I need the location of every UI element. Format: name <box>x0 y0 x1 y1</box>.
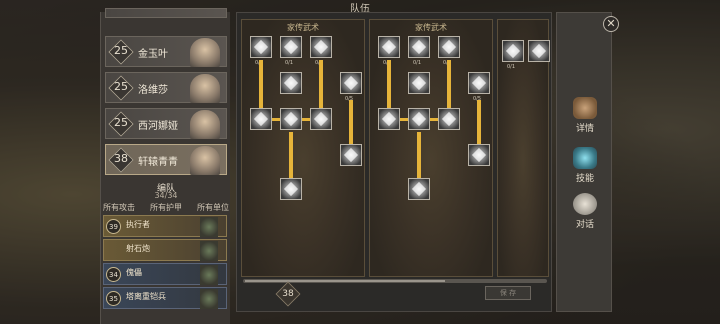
nav-details[interactable]: 详情 <box>559 97 611 141</box>
nav-label: 对话 <box>575 220 594 230</box>
skill-tree-title: 家传武术 <box>415 23 447 32</box>
skill-node[interactable] <box>250 36 272 58</box>
filter-unit[interactable]: 所有单位 <box>197 202 229 213</box>
skill-node[interactable] <box>280 36 302 58</box>
skill-connector <box>319 60 323 108</box>
skill-points: 38 <box>282 289 294 299</box>
hero-level: 25 <box>114 80 128 93</box>
fist-icon <box>573 97 597 119</box>
skill-node[interactable] <box>310 36 332 58</box>
skill-connector <box>400 118 408 121</box>
skill-node[interactable] <box>408 108 430 130</box>
skill-tree-title: 家传武术 <box>287 23 319 32</box>
unit-name: 执行者 <box>126 220 150 229</box>
unit-level: 35 <box>106 291 121 306</box>
unit-row-4[interactable]: 35 塔离重铠兵 <box>103 287 227 309</box>
hero-card-1[interactable]: 25 金玉叶 <box>105 36 227 67</box>
skill-tree-1: 家传武术 0/1 0/1 0/1 0/5 <box>241 19 365 277</box>
speech-bubble-icon <box>573 193 597 215</box>
nav-label: 技能 <box>575 174 594 184</box>
skill-count: 0/1 <box>285 60 294 66</box>
skill-node[interactable] <box>378 108 400 130</box>
skill-panel: 家传武术 0/1 0/1 0/1 0/5 家传武术 0/1 0/1 0/1 0/… <box>236 12 552 312</box>
hero-level: 25 <box>114 116 128 129</box>
skill-connector <box>430 118 438 121</box>
unit-name: 傀儡 <box>126 268 142 277</box>
formation-count: 34/34 <box>154 191 178 200</box>
skill-connector <box>349 100 353 144</box>
skill-node[interactable] <box>438 108 460 130</box>
unit-level: 39 <box>106 219 121 234</box>
nav-label: 详情 <box>575 124 594 134</box>
skill-connector <box>417 132 421 178</box>
skill-tree-2: 家传武术 0/1 0/1 0/1 0/5 <box>369 19 493 277</box>
unit-figure-icon <box>200 241 218 261</box>
unit-name: 射石炮 <box>126 244 150 253</box>
save-button[interactable]: 保 存 <box>485 286 531 300</box>
skill-count: 0/1 <box>413 60 422 66</box>
hero-card-3[interactable]: 25 西河娜娅 <box>105 108 227 139</box>
hero-card-2[interactable]: 25 洛维莎 <box>105 72 227 103</box>
skill-connector <box>272 118 280 121</box>
unit-level: 34 <box>106 267 121 282</box>
hero-name: 轩辕青青 <box>138 157 178 168</box>
skill-node[interactable] <box>468 72 490 94</box>
skill-node[interactable] <box>528 40 550 62</box>
skill-node[interactable] <box>340 144 362 166</box>
unit-row-3[interactable]: 34 傀儡 <box>103 263 227 285</box>
skill-connector <box>259 60 263 108</box>
hero-portrait <box>190 38 220 67</box>
unit-row-2[interactable]: 射石炮 <box>103 239 227 261</box>
hero-card-4-selected[interactable]: 38 轩辕青青 <box>105 144 227 175</box>
hero-roster[interactable]: 25 金玉叶 25 洛维莎 25 西河娜娅 38 轩辕青青 编队 34/34 所… <box>100 8 230 324</box>
skill-node[interactable] <box>310 108 332 130</box>
skill-connector <box>387 60 391 108</box>
unit-row-1[interactable]: 39 执行者 <box>103 215 227 237</box>
nav-skills[interactable]: 技能 <box>559 147 611 191</box>
hero-level: 38 <box>114 152 128 165</box>
filter-attack[interactable]: 所有攻击 <box>103 202 135 213</box>
hero-name: 金玉叶 <box>138 49 168 60</box>
unit-figure-icon <box>200 217 218 237</box>
hero-name: 洛维莎 <box>138 85 168 96</box>
skill-node[interactable] <box>438 36 460 58</box>
unit-figure-icon <box>200 265 218 285</box>
skill-connector <box>447 60 451 108</box>
hero-portrait <box>190 74 220 103</box>
skill-count: 0/1 <box>507 64 516 70</box>
hero-portrait <box>190 110 220 139</box>
close-icon[interactable]: ✕ <box>603 16 619 32</box>
unit-name: 塔离重铠兵 <box>126 292 166 301</box>
hero-card-partial[interactable] <box>105 8 227 18</box>
skill-node[interactable] <box>250 108 272 130</box>
side-nav: 详情 技能 对话 <box>556 12 612 312</box>
skill-node[interactable] <box>280 108 302 130</box>
skill-node[interactable] <box>408 178 430 200</box>
skill-node[interactable] <box>408 36 430 58</box>
skill-tree-3-partial: 0/1 <box>497 19 550 277</box>
skill-node[interactable] <box>280 178 302 200</box>
skill-node[interactable] <box>502 40 524 62</box>
skill-connector <box>477 100 481 144</box>
formation-filters: 所有攻击 所有护甲 所有单位 <box>103 202 229 213</box>
hero-portrait <box>190 146 220 175</box>
hero-level: 25 <box>114 44 128 57</box>
nav-dialogue[interactable]: 对话 <box>559 193 611 237</box>
skill-node[interactable] <box>408 72 430 94</box>
skill-node[interactable] <box>340 72 362 94</box>
skill-connector <box>289 132 293 178</box>
skill-node[interactable] <box>468 144 490 166</box>
hero-name: 西河娜娅 <box>138 121 178 132</box>
skill-node[interactable] <box>280 72 302 94</box>
skill-connector <box>302 118 310 121</box>
skill-node[interactable] <box>378 36 400 58</box>
skill-book-icon <box>573 147 597 169</box>
filter-armor[interactable]: 所有护甲 <box>150 202 182 213</box>
unit-figure-icon <box>200 289 218 309</box>
